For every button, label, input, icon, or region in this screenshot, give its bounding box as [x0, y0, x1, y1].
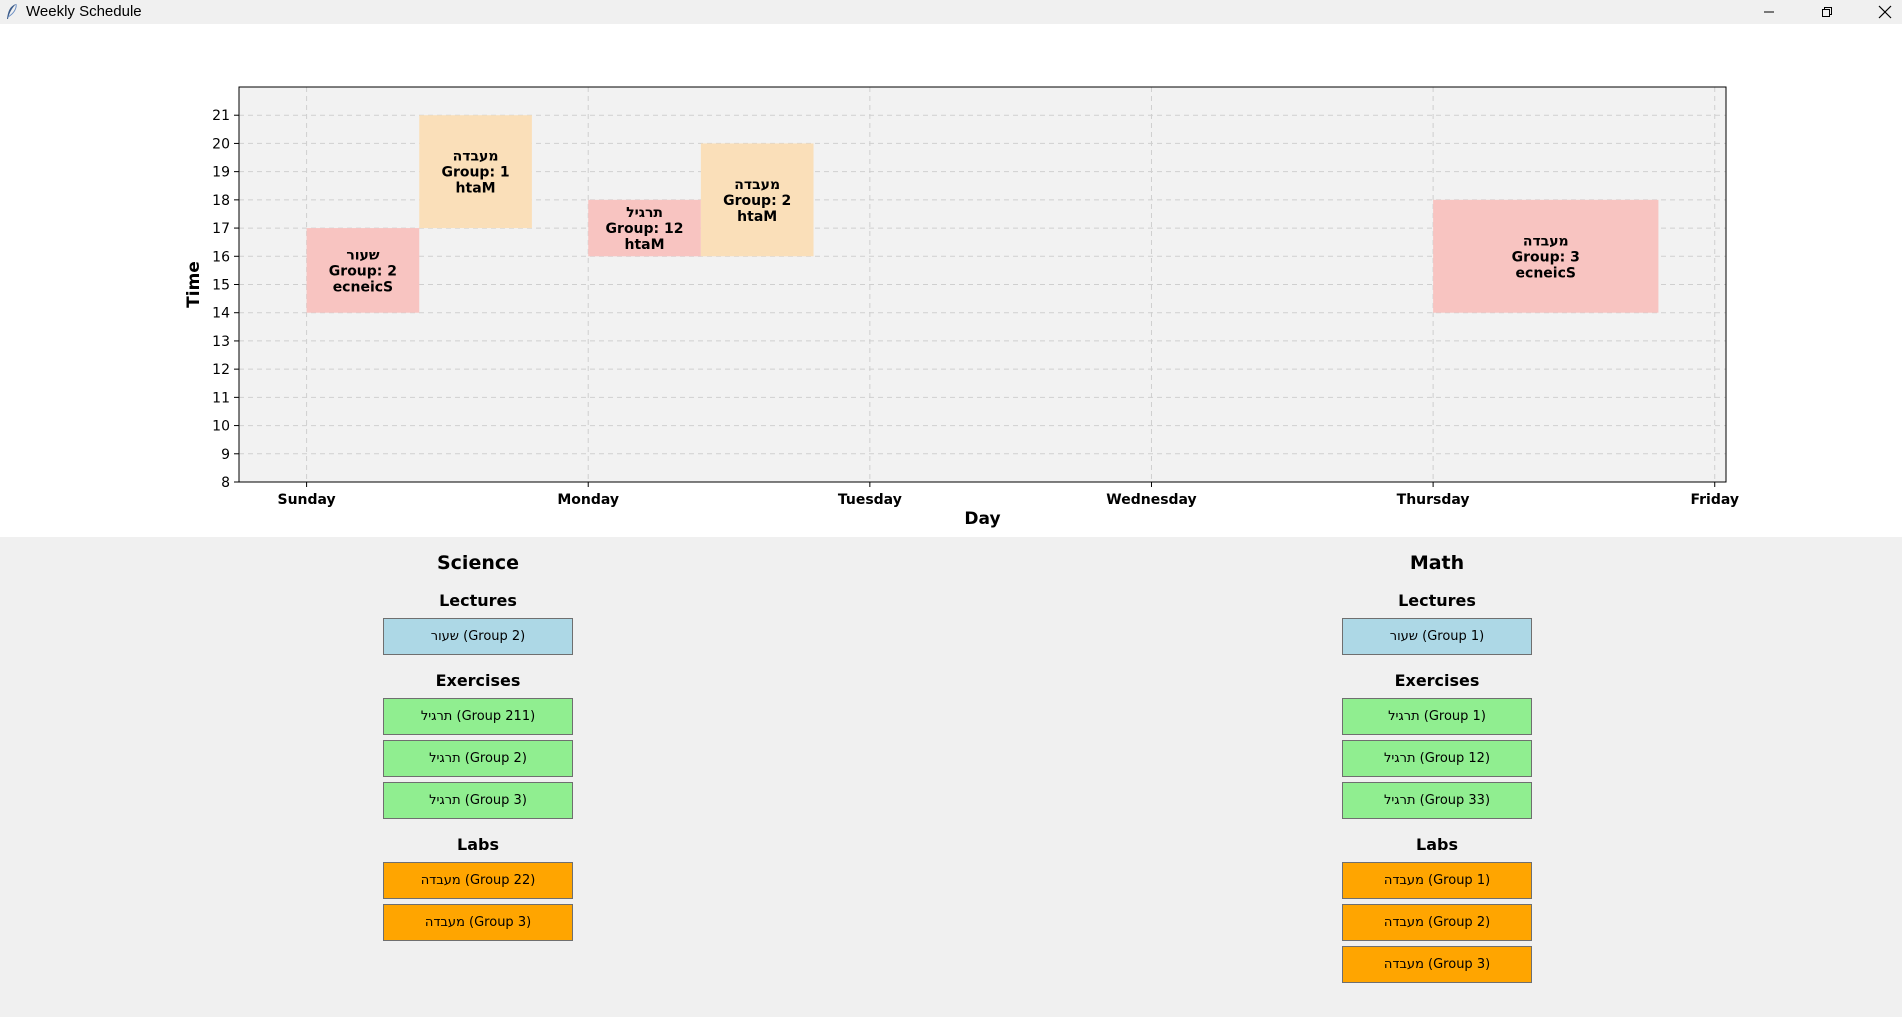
science-lecture-button[interactable]: שעור (Group 2) — [383, 618, 573, 655]
lectures-heading: Lectures — [439, 591, 517, 610]
window-title: Weekly Schedule — [26, 3, 142, 20]
block-label: Group: 1 — [441, 165, 509, 181]
y-tick-label: 16 — [212, 249, 230, 265]
math-exercise-button[interactable]: תרגיל (Group 12) — [1342, 740, 1532, 777]
block-label: htaM — [625, 237, 665, 253]
block-label: ecneicS — [333, 279, 393, 295]
subject-title-science: Science — [436, 552, 520, 574]
block-label: מעבדה — [734, 177, 780, 193]
block-label: ecneicS — [1516, 265, 1576, 281]
block-label: תרגיל — [626, 205, 663, 221]
block-label: Group: 2 — [329, 263, 397, 279]
x-tick-label: Thursday — [1397, 492, 1470, 508]
math-lab-button[interactable]: מעבדה (Group 1) — [1342, 862, 1532, 899]
block-label: מעבדה — [1523, 233, 1569, 249]
block-label: שעור — [346, 247, 380, 263]
math-lecture-button[interactable]: שעור (Group 1) — [1342, 618, 1532, 655]
y-tick-label: 10 — [212, 419, 230, 435]
math-exercise-button[interactable]: תרגיל (Group 1) — [1342, 698, 1532, 735]
science-column: Science Lectures שעור (Group 2) Exercise… — [383, 537, 573, 941]
y-tick-label: 12 — [212, 362, 230, 378]
labs-heading: Labs — [457, 835, 499, 854]
restore-button[interactable] — [1799, 0, 1855, 24]
x-tick-label: Monday — [557, 492, 619, 508]
x-tick-label: Friday — [1690, 492, 1739, 508]
x-axis-label: Day — [964, 509, 1000, 529]
subject-title-math: Math — [1409, 552, 1465, 574]
y-tick-label: 20 — [212, 136, 230, 152]
x-tick-label: Tuesday — [838, 492, 902, 508]
science-exercise-button[interactable]: תרגיל (Group 3) — [383, 782, 573, 819]
lectures-heading: Lectures — [1398, 591, 1476, 610]
math-lab-button[interactable]: מעבדה (Group 2) — [1342, 904, 1532, 941]
math-exercise-button[interactable]: תרגיל (Group 33) — [1342, 782, 1532, 819]
science-exercise-button[interactable]: תרגיל (Group 2) — [383, 740, 573, 777]
schedule-chart: 8 9 10 11 12 13 14 15 16 17 18 19 20 21 Sunday Monday Tu… — [0, 24, 1902, 537]
block-label: Group: 2 — [723, 193, 791, 209]
close-icon — [1878, 5, 1892, 19]
title-bar: Weekly Schedule — [0, 0, 1902, 24]
science-lab-button[interactable]: מעבדה (Group 3) — [383, 904, 573, 941]
minimize-icon — [1764, 11, 1774, 13]
course-panels: Science Lectures שעור (Group 2) Exercise… — [0, 537, 1902, 1017]
science-exercise-button[interactable]: תרגיל (Group 211) — [383, 698, 573, 735]
y-tick-label: 11 — [212, 390, 230, 406]
schedule-chart-svg: 8 9 10 11 12 13 14 15 16 17 18 19 20 21 Sunday Monday Tu… — [184, 86, 1739, 529]
exercises-heading: Exercises — [1394, 671, 1480, 690]
block-label: מעבדה — [453, 149, 499, 165]
labs-heading: Labs — [1416, 835, 1458, 854]
math-lab-button[interactable]: מעבדה (Group 3) — [1342, 946, 1532, 983]
y-tick-label: 15 — [212, 278, 230, 294]
y-tick-label: 18 — [212, 193, 230, 209]
block-label: Group: 3 — [1512, 249, 1580, 265]
science-lab-button[interactable]: מעבדה (Group 22) — [383, 862, 573, 899]
x-tick-label: Sunday — [277, 492, 335, 508]
y-tick-label: 13 — [212, 334, 230, 350]
y-tick-label: 21 — [212, 108, 230, 124]
block-label: htaM — [456, 181, 496, 197]
feather-icon — [7, 3, 17, 19]
math-column: Math Lectures שעור (Group 1) Exercises ת… — [1342, 537, 1532, 983]
block-label: Group: 12 — [606, 221, 684, 237]
minimize-button[interactable] — [1741, 0, 1797, 24]
y-tick-label: 9 — [221, 447, 230, 463]
y-tick-label: 17 — [212, 221, 230, 237]
y-axis-label: Time — [184, 261, 204, 308]
restore-icon — [1822, 7, 1832, 17]
block-label: htaM — [737, 209, 777, 225]
y-tick-label: 8 — [221, 475, 230, 491]
close-button[interactable] — [1857, 0, 1902, 24]
y-tick-label: 14 — [212, 306, 230, 322]
y-tick-label: 19 — [212, 165, 230, 181]
exercises-heading: Exercises — [435, 671, 521, 690]
x-tick-label: Wednesday — [1106, 492, 1196, 508]
